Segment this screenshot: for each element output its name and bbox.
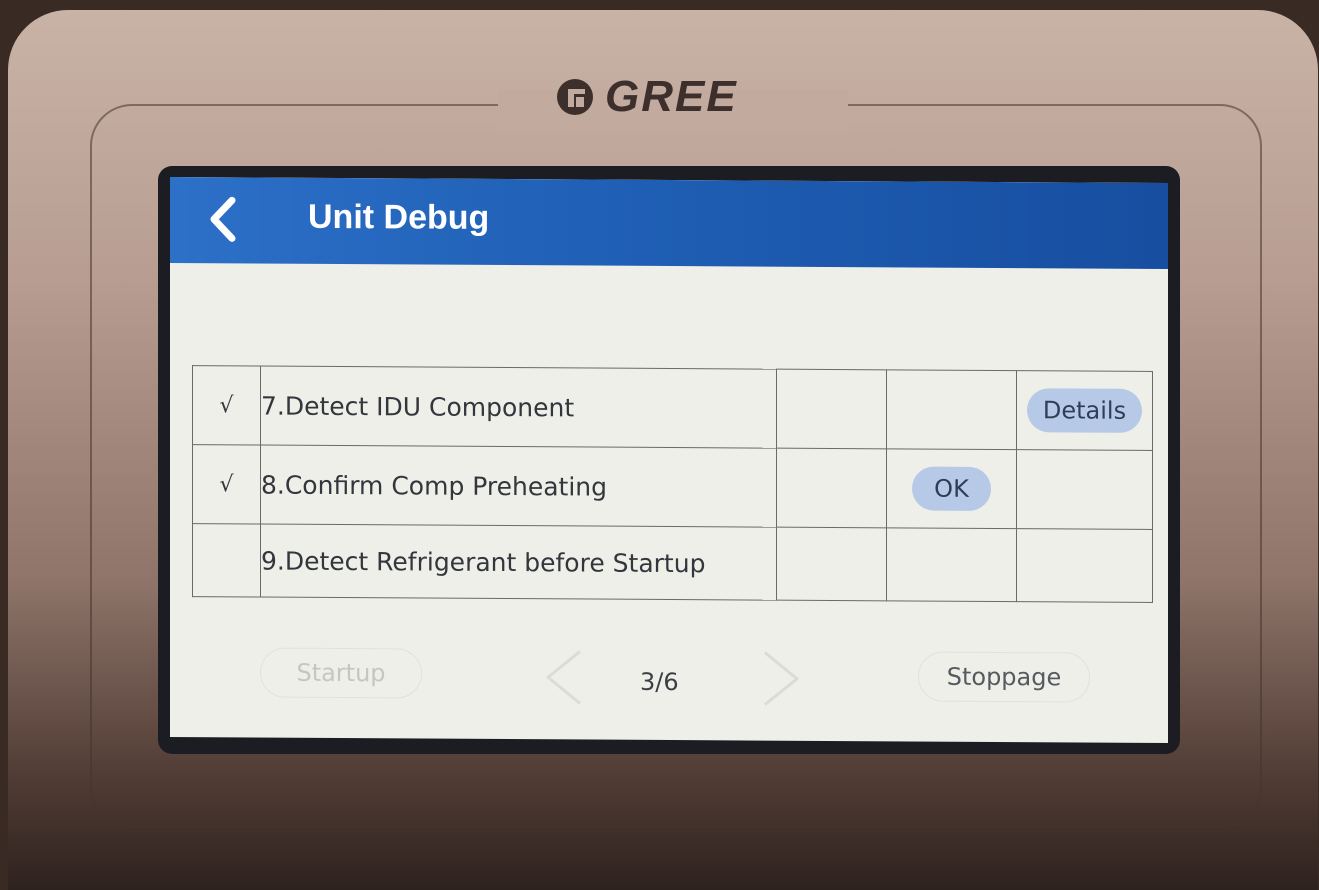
page-indicator: 3/6 xyxy=(640,667,679,697)
empty-cell xyxy=(1016,449,1153,530)
gree-logo-mark-icon xyxy=(557,79,593,115)
footer-controls: Startup 3/6 Stoppage xyxy=(170,637,1168,723)
page-title: Unit Debug xyxy=(308,197,490,237)
step-check-mark: √ xyxy=(192,365,261,446)
table-row: √ 7.Detect IDU Component Details xyxy=(192,365,1153,451)
next-page-icon[interactable] xyxy=(755,647,805,711)
header-bar: Unit Debug xyxy=(170,176,1168,270)
step-label: 7.Detect IDU Component xyxy=(260,366,777,449)
touch-screen: Unit Debug √ 7.Detect IDU Component Deta… xyxy=(170,176,1168,744)
stoppage-button[interactable]: Stoppage xyxy=(918,651,1090,703)
empty-cell xyxy=(886,527,1017,602)
chevron-left-icon xyxy=(210,196,236,242)
empty-cell xyxy=(776,448,887,528)
step-check-mark: √ xyxy=(192,444,261,525)
step-check-mark xyxy=(192,523,261,598)
empty-cell xyxy=(776,527,887,601)
details-cell: Details xyxy=(1016,370,1153,451)
ok-cell: OK xyxy=(886,448,1017,529)
step-label: 9.Detect Refrigerant before Startup xyxy=(260,524,777,601)
debug-steps-table: √ 7.Detect IDU Component Details √ 8.Con… xyxy=(192,365,1153,603)
empty-cell xyxy=(1016,528,1153,603)
gree-logo-text: GREE xyxy=(605,72,738,121)
previous-page-icon[interactable] xyxy=(540,645,590,709)
ok-button[interactable]: OK xyxy=(912,466,991,511)
details-button[interactable]: Details xyxy=(1026,388,1143,433)
table-row: √ 8.Confirm Comp Preheating OK xyxy=(192,444,1153,530)
back-button[interactable] xyxy=(200,191,246,247)
gree-logo: GREE xyxy=(555,72,738,122)
empty-cell xyxy=(886,369,1017,450)
table-row: 9.Detect Refrigerant before Startup xyxy=(192,523,1153,603)
startup-button[interactable]: Startup xyxy=(260,647,422,699)
step-label: 8.Confirm Comp Preheating xyxy=(260,445,777,528)
empty-cell xyxy=(776,369,887,449)
